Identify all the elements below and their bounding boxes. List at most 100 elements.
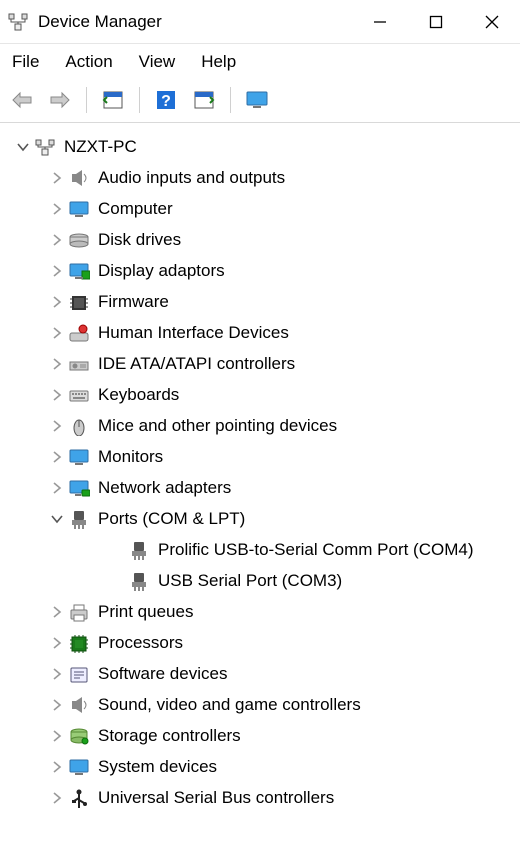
tree-category-storage[interactable]: Storage controllers [4,720,516,751]
tree-category-label: System devices [98,758,217,775]
port-icon [68,508,90,530]
tree-category-label: Network adapters [98,479,231,496]
back-button[interactable] [8,86,36,114]
tree-category-usb[interactable]: Universal Serial Bus controllers [4,782,516,813]
tree-category-sound[interactable]: Sound, video and game controllers [4,689,516,720]
tree-category-label: Universal Serial Bus controllers [98,789,334,806]
tree-category-ports[interactable]: Ports (COM & LPT) [4,503,516,534]
tree-category-label: Computer [98,200,173,217]
tree-category-mice[interactable]: Mice and other pointing devices [4,410,516,441]
toolbar: ? [0,80,520,123]
window-title: Device Manager [38,12,162,32]
chevron-right-icon[interactable] [48,417,66,435]
software-icon [68,663,90,685]
tree-root[interactable]: NZXT-PC [4,131,516,162]
tree-category-label: Disk drives [98,231,181,248]
back-arrow-icon [11,91,33,109]
twisty-spacer [108,572,126,590]
tree-device[interactable]: USB Serial Port (COM3) [4,565,516,596]
tree-category-monitors[interactable]: Monitors [4,441,516,472]
chevron-right-icon[interactable] [48,231,66,249]
tree-category-software[interactable]: Software devices [4,658,516,689]
chevron-right-icon[interactable] [48,758,66,776]
tree-category-firmware[interactable]: Firmware [4,286,516,317]
menu-help[interactable]: Help [201,52,236,72]
device-tree: NZXT-PC Audio inputs and outputs Computer… [0,123,520,821]
tree-category-printq[interactable]: Print queues [4,596,516,627]
chevron-right-icon[interactable] [48,386,66,404]
tree-category-display[interactable]: Display adaptors [4,255,516,286]
calendar-page-icon [102,90,124,110]
show-hide-console-tree-button[interactable] [99,86,127,114]
menu-view[interactable]: View [139,52,176,72]
tree-category-label: Print queues [98,603,193,620]
chevron-right-icon[interactable] [48,665,66,683]
toolbar-separator [139,87,140,113]
tree-category-label: Sound, video and game controllers [98,696,361,713]
chevron-right-icon[interactable] [48,200,66,218]
tree-category-network[interactable]: Network adapters [4,472,516,503]
chevron-right-icon[interactable] [48,324,66,342]
chip-icon [68,291,90,313]
tree-category-label: Storage controllers [98,727,241,744]
tree-category-disk[interactable]: Disk drives [4,224,516,255]
network-icon [68,477,90,499]
maximize-button[interactable] [408,0,464,43]
storage-ctrl-icon [68,725,90,747]
tree-category-keyboards[interactable]: Keyboards [4,379,516,410]
hid-icon [68,322,90,344]
menubar: File Action View Help [0,44,520,80]
chevron-right-icon[interactable] [48,727,66,745]
speaker-icon [68,167,90,189]
tree-category-label: Audio inputs and outputs [98,169,285,186]
chevron-right-icon[interactable] [48,448,66,466]
tree-category-label: Software devices [98,665,227,682]
tree-category-audio[interactable]: Audio inputs and outputs [4,162,516,193]
ide-icon [68,353,90,375]
monitor-icon [68,198,90,220]
speaker-icon [68,694,90,716]
chevron-right-icon[interactable] [48,262,66,280]
tree-category-ide[interactable]: IDE ATA/ATAPI controllers [4,348,516,379]
forward-button[interactable] [46,86,74,114]
toolbar-separator [86,87,87,113]
close-button[interactable] [464,0,520,43]
titlebar: Device Manager [0,0,520,44]
tree-category-computer[interactable]: Computer [4,193,516,224]
chevron-right-icon[interactable] [48,293,66,311]
help-button[interactable]: ? [152,86,180,114]
port-icon [128,570,150,592]
printer-icon [68,601,90,623]
menu-file[interactable]: File [12,52,39,72]
tree-root-label: NZXT-PC [64,138,137,155]
chevron-down-icon[interactable] [14,138,32,156]
computer-tower-icon [34,136,56,158]
tree-category-hid[interactable]: Human Interface Devices [4,317,516,348]
toolbar-separator [230,87,231,113]
minimize-button[interactable] [352,0,408,43]
tree-category-label: Keyboards [98,386,179,403]
tree-category-label: Human Interface Devices [98,324,289,341]
tree-category-label: Mice and other pointing devices [98,417,337,434]
tree-category-system[interactable]: System devices [4,751,516,782]
chevron-right-icon[interactable] [48,355,66,373]
monitor-icon [68,446,90,468]
tree-device[interactable]: Prolific USB-to-Serial Comm Port (COM4) [4,534,516,565]
keyboard-icon [68,384,90,406]
chevron-right-icon[interactable] [48,479,66,497]
window-controls [352,0,520,43]
tree-category-label: Firmware [98,293,169,310]
app-icon [6,10,30,34]
chevron-right-icon[interactable] [48,603,66,621]
monitor-icon [68,756,90,778]
tree-category-processors[interactable]: Processors [4,627,516,658]
scan-hardware-button[interactable] [190,86,218,114]
chevron-right-icon[interactable] [48,789,66,807]
twisty-spacer [108,541,126,559]
chevron-right-icon[interactable] [48,634,66,652]
monitor-toolbar-button[interactable] [243,86,271,114]
chevron-down-icon[interactable] [48,510,66,528]
chevron-right-icon[interactable] [48,696,66,714]
menu-action[interactable]: Action [65,52,112,72]
chevron-right-icon[interactable] [48,169,66,187]
